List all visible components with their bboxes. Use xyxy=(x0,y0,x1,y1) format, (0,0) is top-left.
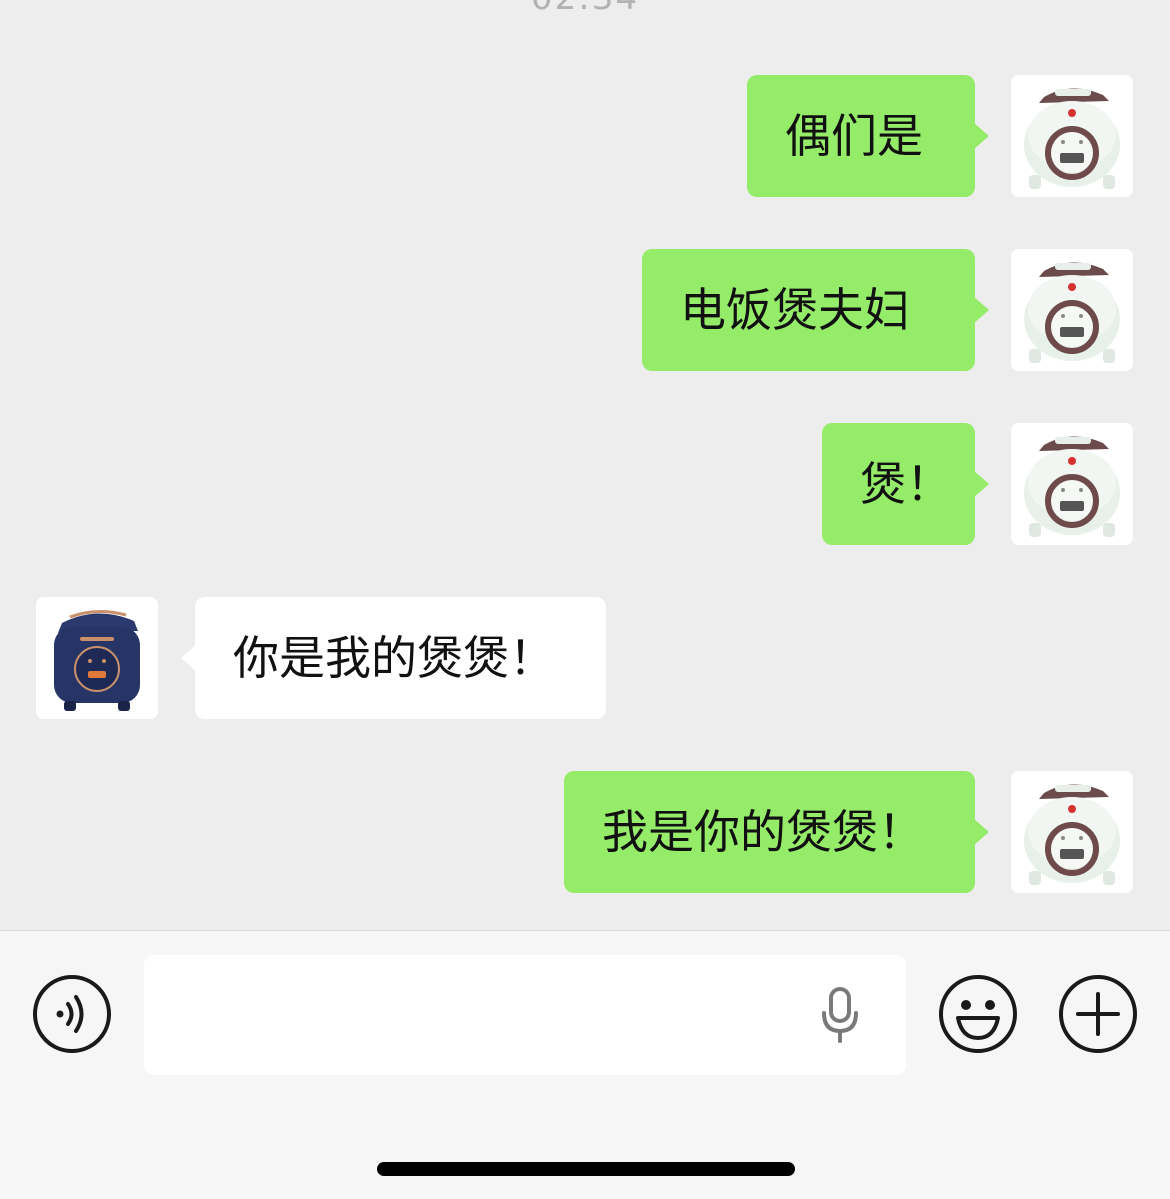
voice-input-button[interactable] xyxy=(816,985,864,1045)
voice-mode-button[interactable] xyxy=(32,974,112,1054)
input-bar xyxy=(0,930,1170,1199)
emoji-button[interactable] xyxy=(938,974,1018,1054)
microphone-icon xyxy=(822,987,858,1043)
message-timestamp: 02:34 xyxy=(0,0,1170,18)
contact-avatar[interactable] xyxy=(36,597,158,719)
outgoing-message-bubble[interactable]: 偶们是 xyxy=(747,75,989,197)
navy-rice-cooker-avatar-image xyxy=(36,597,158,719)
outgoing-message-bubble[interactable]: 我是你的煲煲！ xyxy=(564,771,989,893)
emoji-icon xyxy=(939,975,1017,1053)
white-rice-cooker-avatar-image xyxy=(1011,249,1133,371)
outgoing-message-bubble[interactable]: 电饭煲夫妇 xyxy=(642,249,989,371)
voice-mode-icon xyxy=(33,975,111,1053)
white-rice-cooker-avatar-image xyxy=(1011,771,1133,893)
my-avatar[interactable] xyxy=(1011,249,1133,371)
more-options-button[interactable] xyxy=(1058,974,1138,1054)
white-rice-cooker-avatar-image xyxy=(1011,423,1133,545)
message-input[interactable] xyxy=(168,975,792,1057)
message-input-field[interactable] xyxy=(144,955,906,1075)
my-avatar[interactable] xyxy=(1011,75,1133,197)
my-avatar[interactable] xyxy=(1011,771,1133,893)
incoming-message-bubble[interactable]: 你是我的煲煲！ xyxy=(181,597,606,719)
chat-area[interactable]: 02:34 偶们是 电饭煲夫妇 煲！ 你是我的煲煲！ 我是你的煲煲！ xyxy=(0,0,1170,930)
home-indicator[interactable] xyxy=(377,1162,795,1176)
my-avatar[interactable] xyxy=(1011,423,1133,545)
white-rice-cooker-avatar-image xyxy=(1011,75,1133,197)
plus-icon xyxy=(1059,975,1137,1053)
outgoing-message-bubble[interactable]: 煲！ xyxy=(822,423,989,545)
